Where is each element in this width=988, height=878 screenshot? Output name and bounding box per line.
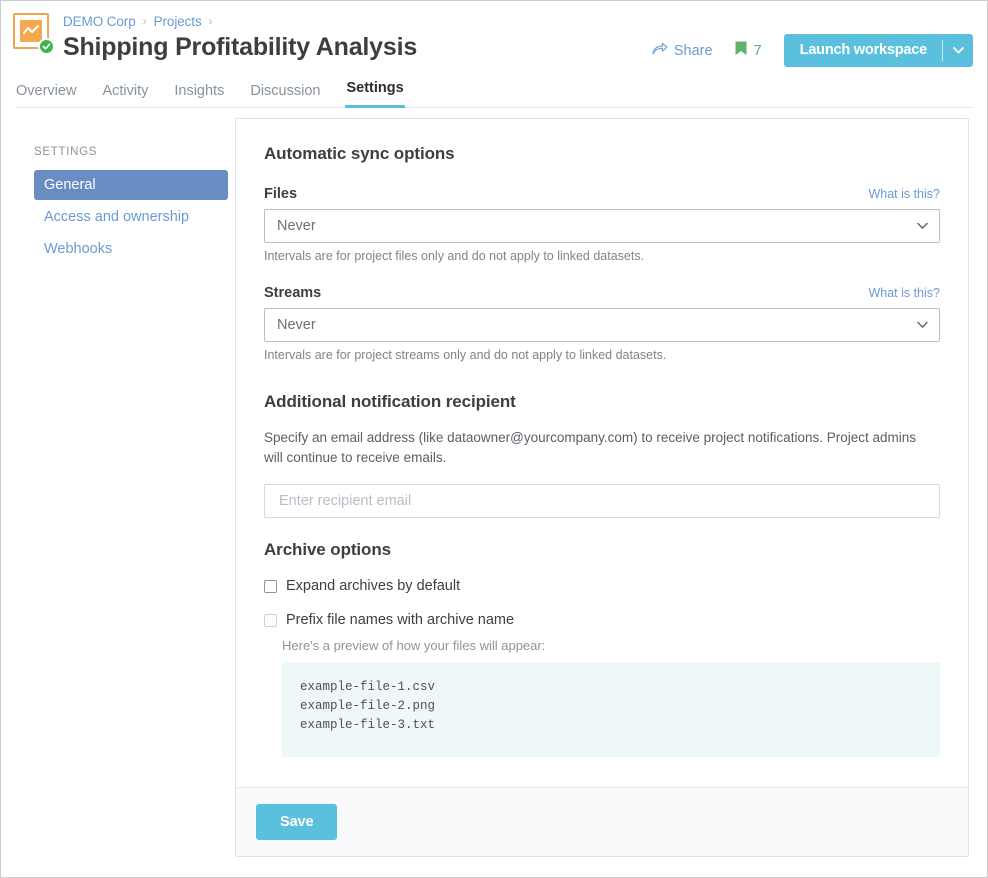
streams-field-header: Streams What is this? — [264, 285, 940, 301]
recipient-email-field[interactable] — [264, 484, 940, 518]
page-body: SETTINGS General Access and ownership We… — [1, 108, 987, 857]
save-button[interactable]: Save — [256, 804, 338, 840]
verified-check-icon — [38, 38, 55, 55]
preview-file-1: example-file-1.csv — [300, 680, 436, 694]
chevron-right-icon-2: › — [208, 14, 213, 28]
preview-file-2: example-file-2.png — [300, 699, 436, 713]
tab-insights[interactable]: Insights — [173, 83, 225, 108]
settings-sidebar: SETTINGS General Access and ownership We… — [11, 136, 228, 857]
streams-sync-interval-select[interactable]: Never — [264, 308, 940, 342]
launch-workspace-label: Launch workspace — [799, 42, 928, 58]
expand-archives-row[interactable]: Expand archives by default — [264, 578, 940, 594]
expand-archives-checkbox[interactable] — [264, 579, 277, 593]
prefix-file-names-row[interactable]: Prefix file names with archive name — [264, 612, 940, 628]
bookmark-icon — [735, 41, 747, 61]
files-sync-hint: Intervals are for project files only and… — [264, 249, 645, 263]
bookmark-count: 7 — [753, 42, 762, 59]
archive-options-heading: Archive options — [264, 540, 391, 559]
files-what-is-this-link[interactable]: What is this? — [868, 187, 940, 201]
files-sync-interval-value: Never — [277, 218, 316, 234]
settings-panel: Automatic sync options Files What is thi… — [235, 118, 969, 857]
primary-tabs: Overview Activity Insights Discussion Se… — [15, 79, 973, 108]
streams-what-is-this-link[interactable]: What is this? — [868, 286, 940, 300]
header-actions: Share 7 Launch workspace — [652, 34, 973, 67]
launch-workspace-button[interactable]: Launch workspace — [783, 34, 973, 67]
settings-panel-footer: Save — [236, 787, 968, 856]
chevron-down-icon-2 — [917, 321, 928, 329]
files-sync-interval-select[interactable]: Never — [264, 209, 940, 243]
share-icon — [652, 42, 668, 60]
streams-sync-interval-value: Never — [277, 317, 316, 333]
share-label: Share — [673, 42, 713, 59]
automatic-sync-heading: Automatic sync options — [264, 144, 455, 163]
recipient-email-input[interactable] — [277, 492, 927, 510]
tab-overview[interactable]: Overview — [15, 83, 77, 108]
prefix-file-names-checkbox[interactable] — [264, 613, 277, 627]
project-icon — [13, 13, 55, 55]
launch-dropdown-chevron-down-icon[interactable] — [943, 34, 973, 67]
chevron-right-icon: › — [142, 14, 147, 28]
files-label: Files — [264, 186, 298, 202]
breadcrumb: DEMO Corp › Projects › — [63, 11, 973, 31]
notification-recipient-description: Specify an email address (like dataowner… — [264, 430, 916, 465]
files-field-header: Files What is this? — [264, 186, 940, 202]
preview-file-3: example-file-3.txt — [300, 718, 436, 732]
sidebar-title: SETTINGS — [34, 146, 98, 158]
chevron-down-icon — [917, 222, 928, 230]
tab-settings[interactable]: Settings — [345, 80, 405, 108]
streams-label: Streams — [264, 285, 322, 301]
share-button[interactable]: Share — [652, 42, 713, 60]
file-preview-note: Here's a preview of how your files will … — [282, 638, 546, 653]
file-preview-block: example-file-1.csv example-file-2.png ex… — [282, 662, 940, 757]
bookmark-button[interactable]: 7 — [735, 41, 762, 61]
tab-activity[interactable]: Activity — [101, 83, 149, 108]
sidebar-item-access-and-ownership[interactable]: Access and ownership — [34, 202, 228, 232]
expand-archives-label: Expand archives by default — [286, 578, 461, 594]
settings-panel-body: Automatic sync options Files What is thi… — [236, 119, 968, 787]
notification-recipient-heading: Additional notification recipient — [264, 392, 516, 411]
streams-sync-hint: Intervals are for project streams only a… — [264, 348, 667, 362]
sidebar-item-general[interactable]: General — [34, 170, 228, 200]
breadcrumb-item-projects[interactable]: Projects — [154, 14, 202, 29]
settings-page: DEMO Corp › Projects › Shipping Profitab… — [0, 0, 988, 878]
breadcrumb-item-org[interactable]: DEMO Corp — [63, 14, 136, 29]
page-header: DEMO Corp › Projects › Shipping Profitab… — [1, 1, 987, 67]
tab-discussion[interactable]: Discussion — [249, 83, 321, 108]
sidebar-item-webhooks[interactable]: Webhooks — [34, 234, 228, 264]
chart-icon — [20, 20, 42, 42]
prefix-file-names-label: Prefix file names with archive name — [286, 612, 515, 628]
